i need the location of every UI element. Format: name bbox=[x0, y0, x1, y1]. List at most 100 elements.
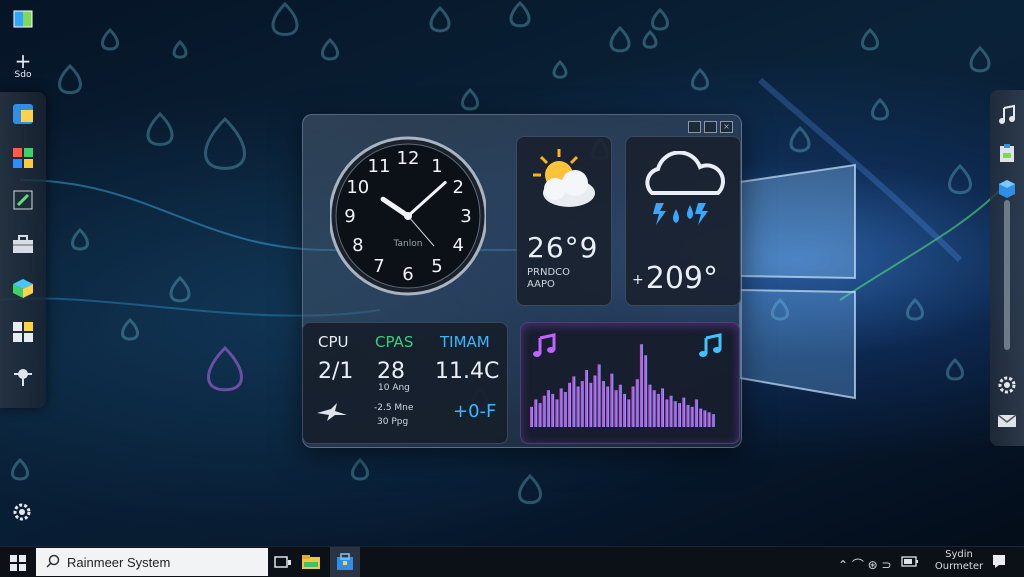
spectrum-bar bbox=[585, 370, 588, 427]
clock-numeral: 11 bbox=[368, 156, 391, 177]
active-app-highlight[interactable] bbox=[330, 547, 360, 577]
spectrum-bar bbox=[631, 386, 635, 427]
spectrum-bar bbox=[644, 355, 648, 427]
weather-line-2: AAPO bbox=[527, 279, 555, 290]
spectrum-bar bbox=[568, 382, 571, 427]
spectrum-bar bbox=[530, 406, 533, 427]
clock-numeral: 10 bbox=[346, 177, 369, 198]
weather-card-rain[interactable]: +209° bbox=[625, 136, 741, 306]
left-dock bbox=[0, 92, 46, 408]
partly-sunny-icon bbox=[533, 149, 595, 207]
taskbar-clock[interactable]: Sydin Ourmeter bbox=[932, 549, 986, 573]
maximize-button[interactable] bbox=[704, 121, 717, 133]
cube-icon[interactable] bbox=[996, 178, 1018, 200]
tray-icons[interactable]: ⌃ ⌒ ⊛ ⊃ bbox=[838, 556, 892, 573]
spectrum-bar bbox=[534, 399, 538, 427]
music-visualizer-widget[interactable] bbox=[520, 322, 740, 444]
stat-label-timam: TIMAM bbox=[440, 333, 490, 351]
spectrum-bar bbox=[690, 406, 694, 427]
rain-drop-decor bbox=[351, 457, 369, 481]
spectrum-bar bbox=[623, 393, 626, 427]
rain-drop-decor bbox=[58, 63, 82, 95]
spectrum-bar bbox=[589, 382, 593, 427]
weather-temperature: 26°9 bbox=[527, 231, 599, 264]
toolbox-icon[interactable] bbox=[11, 232, 35, 256]
spectrum-bar bbox=[703, 410, 707, 427]
dock-scrollbar[interactable] bbox=[1004, 200, 1010, 350]
battery-icon[interactable] bbox=[900, 554, 922, 574]
search-box[interactable]: Rainmeer System bbox=[36, 548, 268, 576]
rain-drop-decor bbox=[871, 97, 889, 121]
stat-value-cpas: 28 bbox=[377, 359, 405, 384]
music-icon[interactable] bbox=[996, 104, 1018, 126]
rain-drop-decor bbox=[461, 87, 479, 111]
clock-line-2: Ourmeter bbox=[934, 561, 984, 572]
clock-numeral: 5 bbox=[431, 256, 442, 277]
close-button[interactable]: × bbox=[720, 121, 733, 133]
spectrum-bar bbox=[635, 379, 639, 427]
task-view-icon[interactable] bbox=[272, 552, 294, 572]
app-tile-icon[interactable] bbox=[11, 102, 35, 126]
weather-card-sunny[interactable]: 26°9 PRNDCO AAPO bbox=[516, 136, 612, 306]
clock-numeral: 6 bbox=[402, 264, 413, 285]
spectrum-bar bbox=[618, 384, 622, 427]
rain-drop-decor bbox=[969, 45, 991, 73]
window-controls: × bbox=[688, 121, 733, 133]
spectrum-bar bbox=[576, 386, 580, 427]
edit-icon[interactable] bbox=[11, 188, 35, 212]
rain-drop-decor bbox=[642, 29, 658, 49]
settings-icon[interactable] bbox=[10, 500, 34, 524]
search-text: Rainmeer System bbox=[67, 555, 171, 570]
rain-drop-decor bbox=[651, 7, 669, 31]
spectrum-bar bbox=[707, 412, 711, 427]
system-stats-widget[interactable]: CPU CPAS TIMAM 2/1 28 11.4C 10 Ang -2.5 … bbox=[302, 322, 508, 444]
analog-clock[interactable]: 12 12 3 45678 9 1011 Tanlon bbox=[330, 134, 486, 298]
color-picker-icon[interactable] bbox=[11, 146, 35, 170]
add-icon[interactable]: + bbox=[8, 51, 38, 71]
grid-icon[interactable] bbox=[11, 320, 35, 344]
rain-drop-decor bbox=[121, 317, 139, 341]
rain-drop-decor bbox=[789, 125, 811, 153]
rain-drop-decor bbox=[609, 25, 631, 53]
spectrum-bar bbox=[614, 390, 618, 427]
chart-icon[interactable] bbox=[11, 276, 35, 300]
bird-icon bbox=[317, 403, 347, 421]
spectrum-bar bbox=[648, 384, 652, 427]
clipboard-icon[interactable] bbox=[996, 142, 1018, 164]
start-button[interactable] bbox=[10, 555, 26, 571]
stat-label-cpu: CPU bbox=[318, 333, 349, 351]
search-icon bbox=[46, 554, 60, 568]
spectrum-bar bbox=[639, 344, 643, 427]
minimize-button[interactable] bbox=[688, 121, 701, 133]
file-explorer-icon[interactable] bbox=[300, 552, 322, 572]
settings-icon[interactable] bbox=[996, 374, 1018, 396]
stat-sub-1: 10 Ang bbox=[378, 383, 410, 393]
rain-drop-decor bbox=[321, 37, 339, 61]
clock-numeral: 9 bbox=[344, 206, 355, 227]
rain-drop-decor bbox=[946, 357, 964, 381]
spectrum-bar bbox=[580, 381, 584, 427]
temp-value: 209° bbox=[645, 261, 718, 296]
mail-icon[interactable] bbox=[996, 410, 1018, 432]
app-tile-icon[interactable] bbox=[12, 8, 34, 30]
clock-numeral: 8 bbox=[352, 235, 363, 256]
notification-icon[interactable] bbox=[992, 554, 1006, 568]
rain-drop-decor bbox=[207, 345, 243, 392]
rain-drop-decor bbox=[172, 39, 188, 59]
rain-drop-decor bbox=[552, 59, 568, 79]
spectrum-bar bbox=[673, 401, 677, 427]
desktop-top-left: + Sdo bbox=[8, 8, 38, 80]
rain-drop-decor bbox=[271, 1, 299, 36]
spectrum-bar bbox=[551, 393, 555, 427]
spectrum-bar bbox=[656, 393, 660, 427]
rain-drop-decor bbox=[948, 163, 972, 195]
rain-drop-decor bbox=[11, 457, 29, 481]
pin-icon[interactable] bbox=[11, 364, 35, 388]
spectrum-bar bbox=[546, 390, 550, 427]
spectrum-bar bbox=[682, 397, 686, 427]
clock-numeral: 3 bbox=[460, 206, 471, 227]
spectrum-bar bbox=[601, 381, 605, 427]
spectrum-bar bbox=[694, 399, 698, 427]
stat-value-timam: 11.4C bbox=[435, 359, 500, 384]
clock-numeral: 2 bbox=[452, 177, 463, 198]
